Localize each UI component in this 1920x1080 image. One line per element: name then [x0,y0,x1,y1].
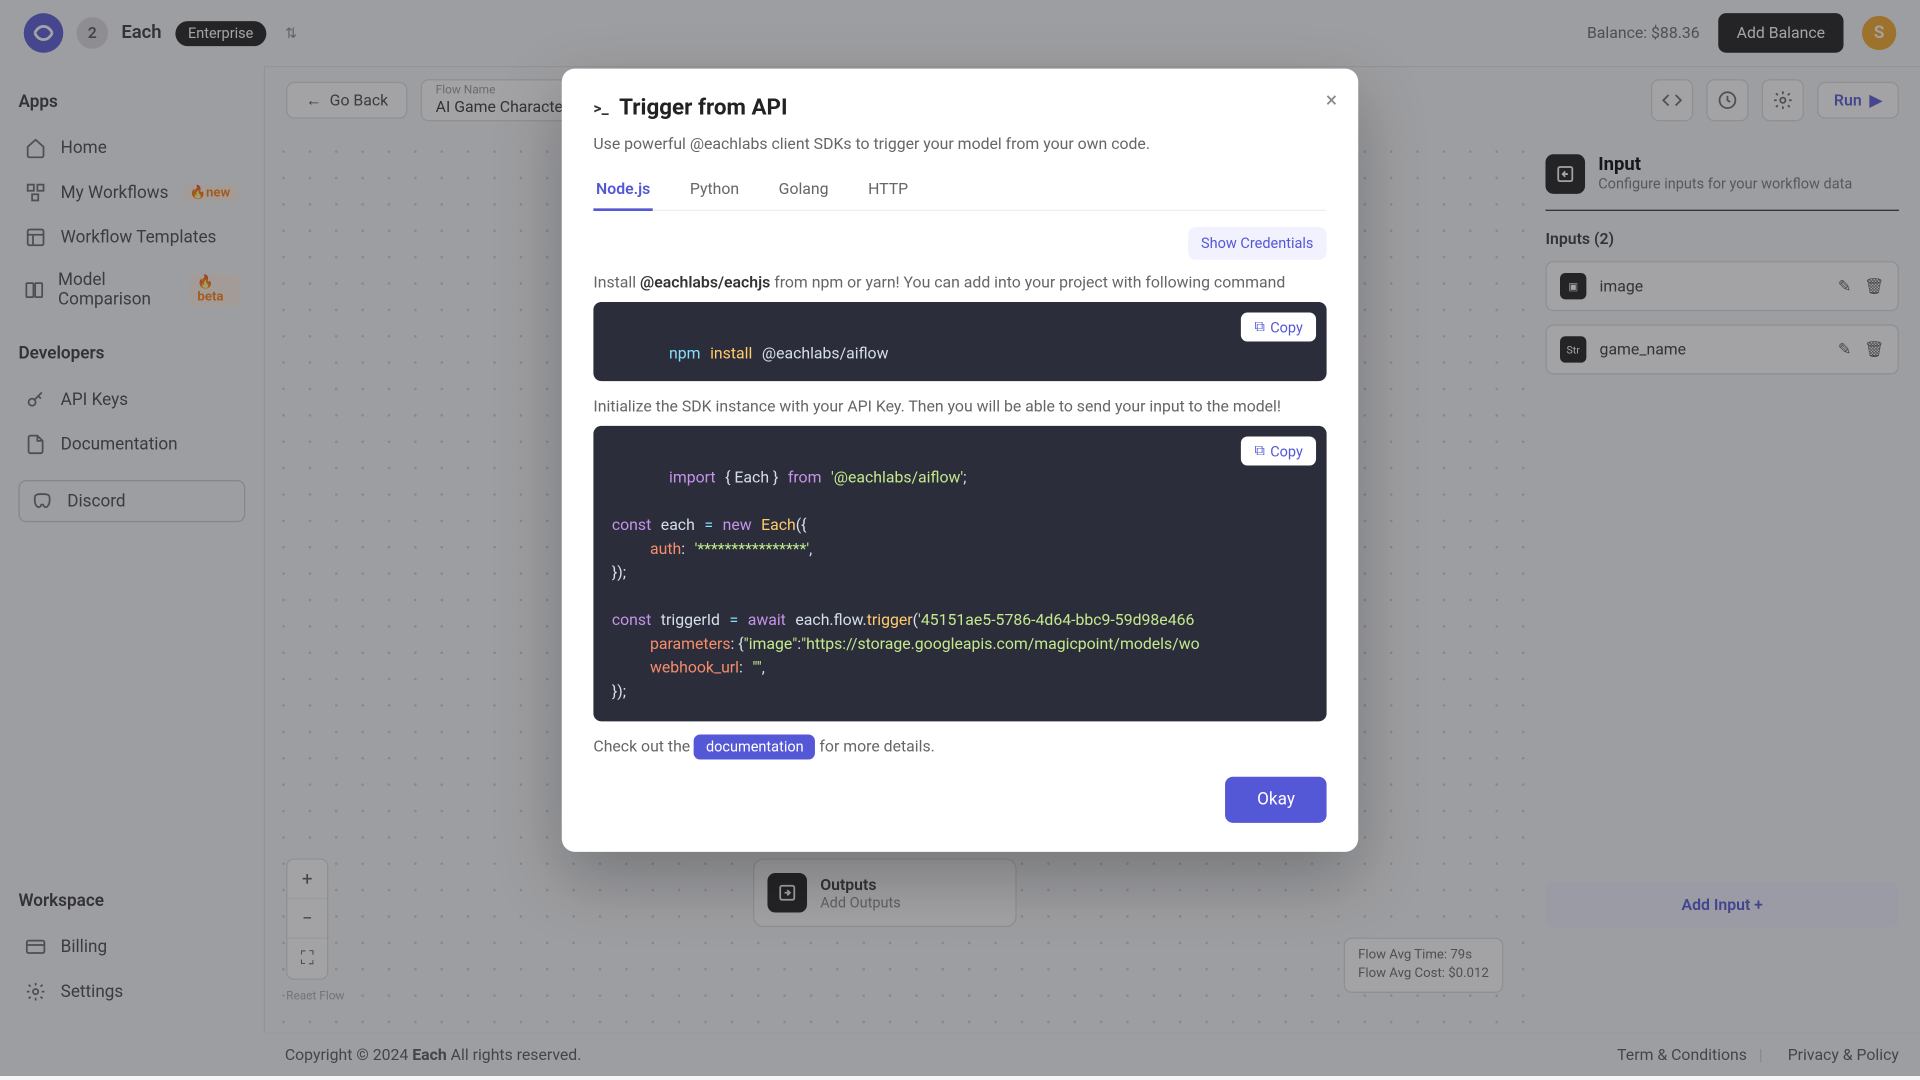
copy-label: Copy [1270,318,1303,335]
code-tabs: Node.js Python Golang HTTP [593,169,1326,211]
tab-python[interactable]: Python [687,169,742,210]
terminal-icon: >_ [593,99,608,117]
install-code-block: ⧉ Copy npm install @eachlabs/aiflow [593,302,1326,381]
copy-icon: ⧉ [1255,318,1265,336]
code-token: install [710,344,752,362]
copy-label: Copy [1270,442,1303,459]
doc-prefix: Check out the [593,737,694,755]
install-suffix: from npm or yarn! You can add into your … [770,273,1285,291]
copy-button[interactable]: ⧉ Copy [1241,436,1316,465]
copy-icon: ⧉ [1255,442,1265,460]
install-prefix: Install [593,273,640,291]
modal-overlay[interactable]: × >_ Trigger from API Use powerful @each… [0,0,1920,1076]
code-id: 45151ae5-5786-4d64-bbc9-59d98e466 [921,611,1195,629]
code-token: @eachlabs/aiflow [762,344,889,362]
tab-http[interactable]: HTTP [865,169,910,210]
install-pkg: @eachlabs/eachjs [640,273,770,291]
modal-desc: Use powerful @eachlabs client SDKs to tr… [593,135,1326,153]
copy-button[interactable]: ⧉ Copy [1241,313,1316,342]
documentation-link[interactable]: documentation [694,735,815,760]
trigger-api-modal: × >_ Trigger from API Use powerful @each… [562,69,1358,852]
tab-golang[interactable]: Golang [776,169,831,210]
install-instruction: Install @eachlabs/eachjs from npm or yar… [593,273,1326,291]
close-button[interactable]: × [1326,87,1337,112]
okay-button[interactable]: Okay [1225,777,1326,823]
sdk-code-block: ⧉Copyimport { Each } from '@eachlabs/aif… [593,426,1326,721]
doc-suffix: for more details. [816,737,935,755]
code-token: npm [669,344,701,362]
doc-line: Check out the documentation for more det… [593,737,1326,755]
modal-title: Trigger from API [619,95,787,121]
show-credentials-button[interactable]: Show Credentials [1188,227,1327,260]
tab-nodejs[interactable]: Node.js [593,169,653,211]
init-instruction: Initialize the SDK instance with your AP… [593,397,1326,415]
